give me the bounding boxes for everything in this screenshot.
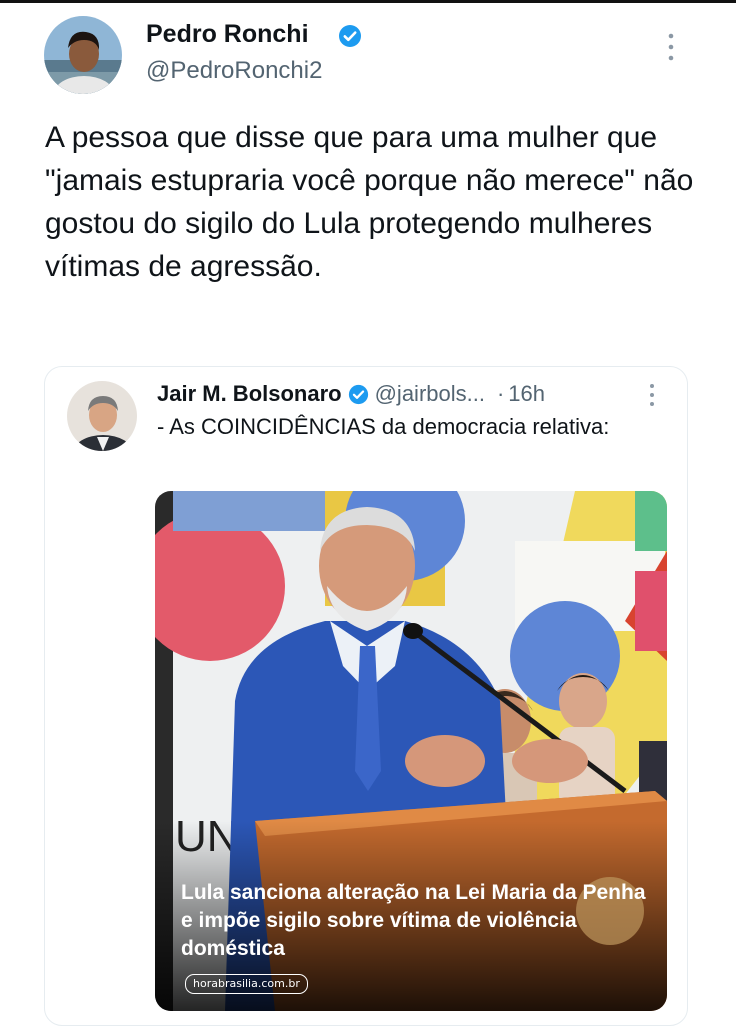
more-vertical-icon[interactable] [643, 381, 661, 409]
verified-badge-icon [339, 25, 361, 47]
news-headline: Lula sanciona alteração na Lei Maria da … [181, 881, 646, 960]
quoted-tweet-card[interactable]: Jair M. Bolsonaro @jairbols... · 16h - A… [44, 366, 688, 1026]
quoted-tweet-image[interactable]: UN [155, 491, 667, 1011]
news-source-badge: horabrasilia.com.br [185, 974, 308, 994]
top-divider [0, 0, 736, 3]
tweet-text: A pessoa que disse que para uma mulher q… [45, 121, 694, 283]
quoted-tweet-text: - As COINCIDÊNCIAS da democracia relativ… [157, 414, 610, 439]
author-name[interactable]: Pedro Ronchi [146, 20, 309, 49]
quoted-tweet-header: Jair M. Bolsonaro @jairbols... · 16h [157, 377, 545, 411]
separator-dot: · [496, 381, 505, 406]
quoted-author-avatar[interactable] [67, 381, 137, 451]
author-handle[interactable]: @PedroRonchi2 [146, 57, 322, 85]
quoted-author-name[interactable]: Jair M. Bolsonaro [157, 381, 342, 407]
more-vertical-icon[interactable] [660, 30, 682, 64]
verified-badge-icon [348, 384, 368, 404]
quoted-timestamp[interactable]: 16h [508, 381, 545, 407]
author-avatar[interactable] [44, 16, 122, 94]
quoted-author-handle[interactable]: @jairbols... [375, 381, 485, 407]
